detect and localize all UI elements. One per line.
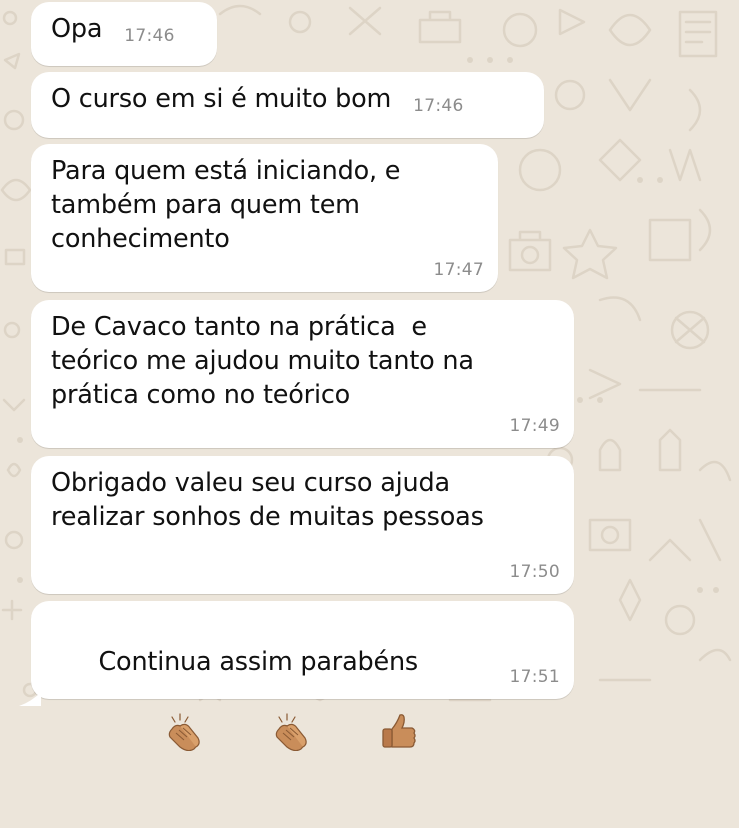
message-bubble[interactable]: Opa 17:46 xyxy=(31,2,217,66)
message-bubble[interactable]: Obrigado valeu seu curso ajuda realizar … xyxy=(31,456,574,594)
clapping-hands-icon xyxy=(102,679,205,794)
message-text-row: Continua assim parabéns xyxy=(51,611,554,828)
message-list: Opa 17:46 O curso em si é muito bom 17:46 … xyxy=(0,0,739,752)
message-text: Opa xyxy=(51,14,103,44)
message-bubble[interactable]: Para quem está iniciando, e também para … xyxy=(31,144,498,292)
thumbs-up-icon xyxy=(317,679,418,794)
message-bubble[interactable]: Continua assim parabéns 17:51 xyxy=(31,601,574,752)
message-timestamp: 17:46 xyxy=(413,96,464,116)
message-bubble[interactable]: O curso em si é muito bom 17:46 xyxy=(31,72,544,138)
message-text: O curso em si é muito bom xyxy=(51,84,392,114)
clapping-hands-icon xyxy=(210,679,313,794)
message-text: Para quem está iniciando, e também para … xyxy=(51,156,401,254)
bubble-tail xyxy=(19,692,41,706)
message-timestamp: 17:51 xyxy=(509,667,560,687)
message-timestamp: 17:49 xyxy=(509,416,560,436)
message-timestamp: 17:46 xyxy=(124,26,175,46)
message-bubble[interactable]: De Cavaco tanto na prática e teórico me … xyxy=(31,300,574,448)
message-timestamp: 17:47 xyxy=(433,260,484,280)
message-timestamp: 17:50 xyxy=(509,562,560,582)
message-text: De Cavaco tanto na prática e teórico me … xyxy=(51,312,474,410)
message-text: Obrigado valeu seu curso ajuda realizar … xyxy=(51,468,484,532)
message-text: Continua assim parabéns xyxy=(98,647,419,677)
